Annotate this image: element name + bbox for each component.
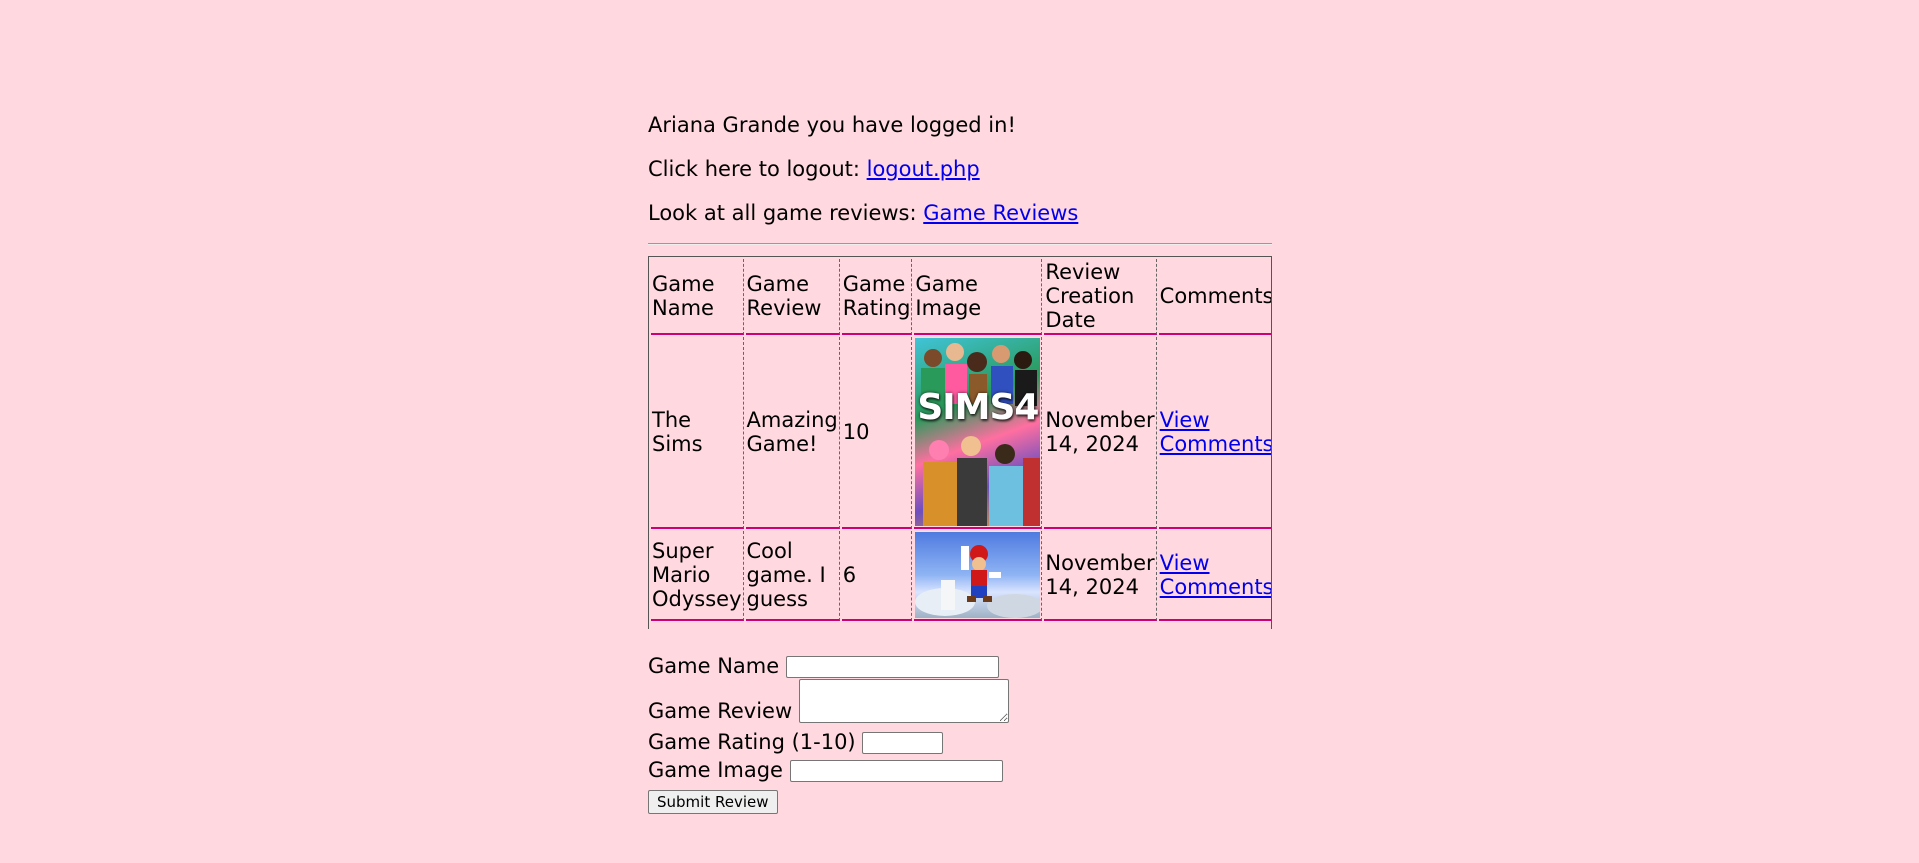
- cell-review-date: November 14, 2024: [1044, 337, 1157, 529]
- cell-review-date: November 14, 2024: [1044, 531, 1157, 621]
- view-comments-link[interactable]: View Comments: [1160, 551, 1271, 599]
- game-image-row: Game Image: [648, 758, 1003, 782]
- cell-comments: View Comments: [1158, 337, 1271, 529]
- cell-game-image: [914, 531, 1044, 621]
- submit-row: Submit Review: [648, 788, 778, 814]
- game-reviews-prefix: Look at all game reviews:: [648, 201, 924, 225]
- game-reviews-line: Look at all game reviews: Game Reviews: [648, 201, 1078, 225]
- header-game-name: Game Name: [651, 259, 744, 335]
- game-image-input[interactable]: [789, 760, 1003, 782]
- table-row: Super Mario Odyssey Cool game. I guess 6: [651, 531, 1271, 621]
- cell-game-rating: 6: [841, 531, 913, 621]
- welcome-message: Ariana Grande you have logged in!: [648, 113, 1016, 137]
- header-review-date: Review Creation Date: [1044, 259, 1157, 335]
- view-comments-link[interactable]: View Comments: [1160, 408, 1271, 456]
- game-rating-row: Game Rating (1-10): [648, 730, 944, 754]
- cell-game-name: The Sims: [651, 337, 744, 529]
- cell-game-image: SIMS4: [914, 337, 1043, 529]
- game-review-label: Game Review: [648, 699, 793, 723]
- logout-link[interactable]: logout.php: [867, 157, 980, 181]
- cell-game-name: Super Mario Odyssey: [651, 531, 744, 621]
- game-review-row: Game Review: [648, 679, 1009, 723]
- sims-characters-graphic: [921, 343, 1041, 526]
- cell-game-review: Amazing Game!: [745, 337, 840, 529]
- game-image-label: Game Image: [648, 758, 783, 782]
- table-header-row: Game Name Game Review Game Rating Game I…: [651, 259, 1271, 335]
- game-image-sims: SIMS4: [915, 338, 1041, 526]
- game-rating-label: Game Rating (1-10): [648, 730, 856, 754]
- header-comments: Comments: [1158, 259, 1271, 335]
- reviews-table: Game Name Game Review Game Rating Game I…: [649, 257, 1271, 623]
- game-rating-input[interactable]: [862, 732, 944, 754]
- game-image-mario: [915, 532, 1044, 618]
- submit-review-button[interactable]: Submit Review: [648, 790, 778, 814]
- header-game-image: Game Image: [914, 259, 1043, 335]
- logout-line: Click here to logout: logout.php: [648, 157, 980, 181]
- game-name-input[interactable]: [785, 656, 999, 678]
- reviews-table-container[interactable]: Game Name Game Review Game Rating Game I…: [648, 256, 1272, 629]
- header-game-review: Game Review: [745, 259, 840, 335]
- cell-game-rating: 10: [841, 337, 913, 529]
- logout-prefix: Click here to logout:: [648, 157, 867, 181]
- cell-game-review: Cool game. I guess: [745, 531, 840, 621]
- header-game-rating: Game Rating: [841, 259, 913, 335]
- cell-comments: View Comments: [1158, 531, 1271, 621]
- sims-logo-text: SIMS4: [917, 387, 1039, 428]
- game-name-label: Game Name: [648, 654, 780, 678]
- mario-graphic: [915, 545, 1044, 618]
- separator: [648, 243, 1272, 245]
- game-reviews-link[interactable]: Game Reviews: [923, 201, 1078, 225]
- table-row: The Sims Amazing Game! 10 SIMS4 November…: [651, 337, 1271, 529]
- game-review-textarea[interactable]: [798, 679, 1009, 723]
- game-name-row: Game Name: [648, 654, 999, 678]
